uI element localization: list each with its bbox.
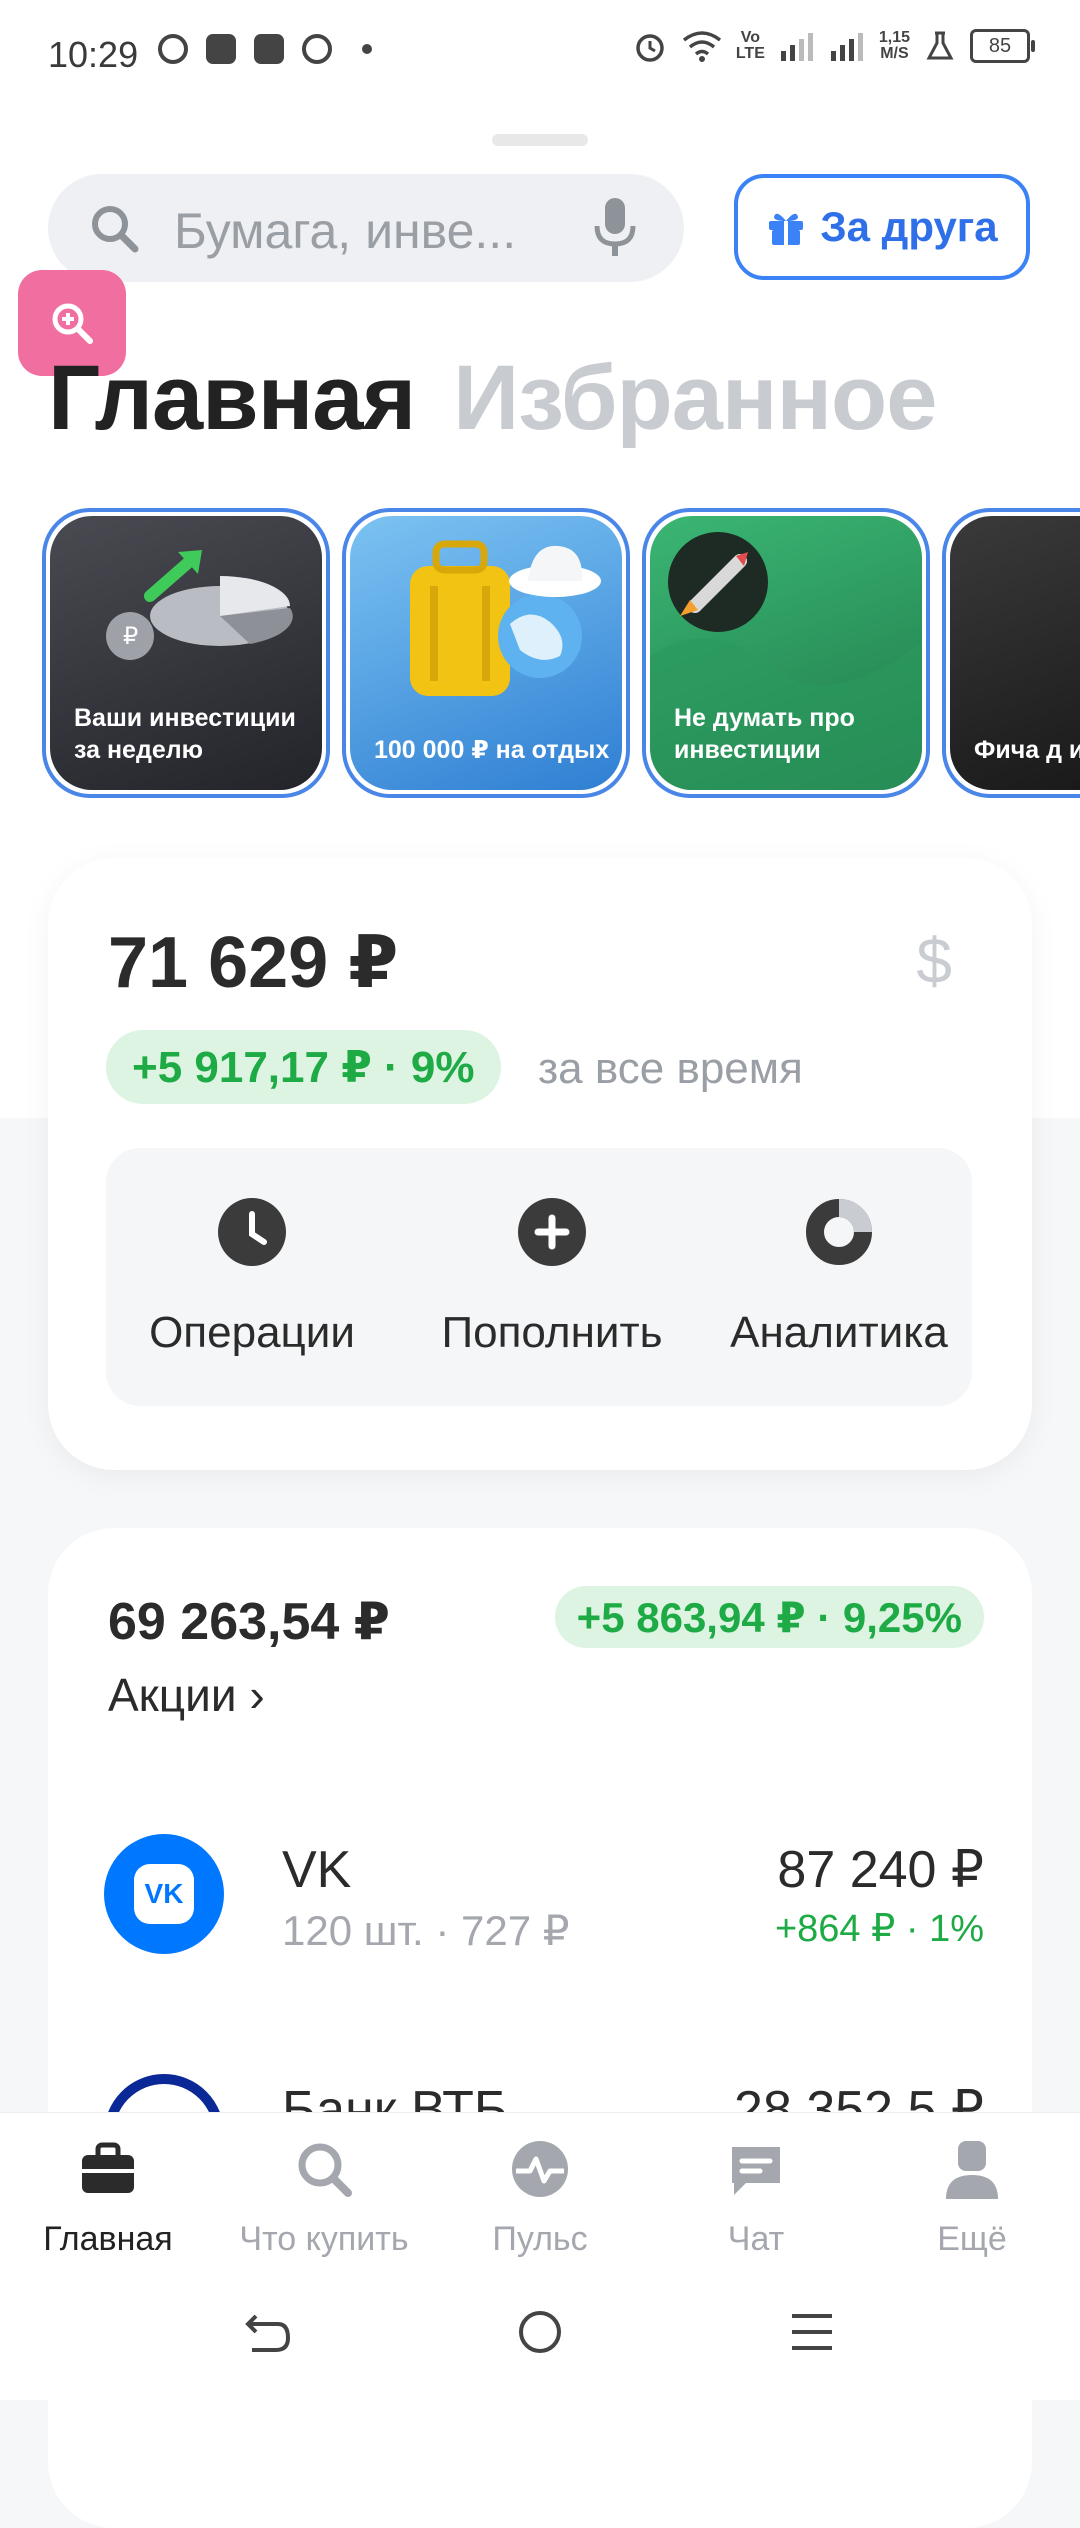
top-up-button[interactable]: Пополнить (412, 1198, 692, 1358)
search-icon (92, 206, 139, 253)
more-notifications-dot-icon (362, 44, 372, 54)
signal-icon (780, 33, 813, 61)
vk-logo-icon: VK (104, 1834, 224, 1954)
system-indicators: Vo LTE 1,15 M/S 85 (632, 28, 1035, 64)
status-bar: 10:29 Vo LTE 1,15 M/S 85 (0, 0, 1080, 108)
home-icon[interactable] (510, 2302, 570, 2362)
portfolio-card[interactable]: 71 629 ₽ $ +5 917,17 ₽ · 9% за все время… (48, 858, 1032, 1470)
story-card-feature[interactable]: Фича д инвесто (942, 508, 1080, 798)
operations-button[interactable]: Операции (132, 1198, 372, 1358)
chat-icon (732, 2147, 780, 2195)
signal-2-icon (830, 33, 863, 61)
battery-icon: 85 (970, 29, 1035, 63)
briefcase-icon (82, 2142, 134, 2193)
system-navigation-bar (0, 2262, 1080, 2400)
microphone-icon[interactable] (592, 196, 638, 260)
story-text: Ваши инвестиции за неделю (74, 704, 296, 764)
pie-chart-illustration-icon: ₽ (106, 550, 293, 660)
top-up-label: Пополнить (441, 1308, 663, 1357)
svg-text:₽: ₽ (123, 623, 138, 650)
donut-icon (805, 1198, 873, 1266)
invite-friend-label: За друга (820, 203, 998, 250)
nav-pulse[interactable]: Пульс (432, 2137, 648, 2259)
stocks-total: 69 263,54 ₽ (108, 1593, 390, 1651)
stock-row-vk[interactable]: VK VK 120 шт. · 727 ₽ 87 240 ₽ +864 ₽ · … (104, 1834, 984, 1954)
tab-favorites[interactable]: Избранное (453, 346, 937, 451)
stock-value: 87 240 ₽ (777, 1841, 984, 1899)
analytics-label: Аналитика (730, 1308, 948, 1357)
flask-icon (926, 31, 954, 60)
profile-icon (946, 2141, 998, 2199)
operations-label: Операции (149, 1308, 355, 1357)
invite-friend-button[interactable]: За друга (734, 174, 1030, 280)
tiktok-icon (254, 34, 284, 64)
portfolio-actions: Операции Пополнить Аналитика (106, 1148, 972, 1406)
nav-what-to-buy[interactable]: Что купить (216, 2137, 432, 2259)
volte-indicator: Vo LTE (735, 29, 765, 62)
status-time: 10:29 (48, 34, 139, 75)
gear-notification-icon (158, 34, 188, 64)
tab-main[interactable]: Главная (48, 346, 416, 451)
story-text: 100 000 ₽ на отдых (374, 736, 610, 764)
recents-menu-icon[interactable] (782, 2302, 842, 2362)
nav-more-label: Ещё (937, 2220, 1007, 2258)
story-text: Фича д инвесто (974, 736, 1080, 764)
shield-notification-icon (302, 34, 332, 64)
story-card-no-worry[interactable]: Не думать про инвестиции (642, 508, 930, 798)
nav-main-label: Главная (43, 2220, 173, 2258)
search-nav-icon (298, 2143, 352, 2197)
nav-chat[interactable]: Чат (648, 2137, 864, 2259)
inv-app-icon (206, 34, 236, 64)
sheet-grabber[interactable] (492, 134, 588, 146)
nav-what-to-buy-label: Что купить (239, 2220, 409, 2258)
stories-carousel: ₽ Ваши инвестиции за неделю 100 000 ₽ на… (42, 508, 1080, 802)
plus-icon (518, 1198, 586, 1266)
portfolio-total: 71 629 ₽ (108, 923, 399, 1003)
nav-more[interactable]: Ещё (864, 2137, 1080, 2259)
alarm-icon (636, 34, 664, 62)
gain-period-label: за все время (538, 1044, 803, 1093)
stock-quantity-price: 120 шт. · 727 ₽ (282, 1907, 570, 1954)
back-icon[interactable] (238, 2302, 298, 2362)
zoom-in-icon (52, 303, 93, 344)
search-input[interactable]: Бумага, инве... (48, 174, 684, 282)
dollar-icon[interactable]: $ (916, 924, 952, 998)
wifi-icon (682, 31, 721, 62)
page-tabs: Главная Избранное (48, 346, 937, 451)
nav-pulse-label: Пульс (492, 2220, 588, 2258)
stocks-gain-badge: +5 863,94 ₽ · 9,25% (554, 1586, 984, 1648)
stocks-section-link[interactable]: Акции › (108, 1668, 265, 1722)
analytics-button[interactable]: Аналитика (724, 1198, 954, 1358)
stock-change: +864 ₽ · 1% (774, 1908, 984, 1950)
notification-icons (158, 34, 372, 64)
pulse-icon (512, 2141, 568, 2197)
story-card-weekly[interactable]: ₽ Ваши инвестиции за неделю (42, 508, 330, 798)
nav-main[interactable]: Главная (0, 2137, 216, 2259)
clock-icon (218, 1198, 286, 1266)
network-speed: 1,15 M/S (878, 29, 910, 62)
nav-chat-label: Чат (727, 2220, 785, 2258)
search-placeholder: Бумага, инве... (174, 203, 517, 259)
stock-name: VK (282, 1841, 352, 1899)
suitcase-globe-illustration-icon (410, 540, 601, 696)
gift-icon (769, 213, 804, 245)
portfolio-gain-badge: +5 917,17 ₽ · 9% (106, 1030, 501, 1104)
bottom-navigation: Главная Что купить Пульс Чат Ещё (0, 2112, 1080, 2263)
story-card-vacation[interactable]: 100 000 ₽ на отдых (342, 508, 630, 798)
story-text: Не думать про инвестиции (674, 704, 855, 764)
